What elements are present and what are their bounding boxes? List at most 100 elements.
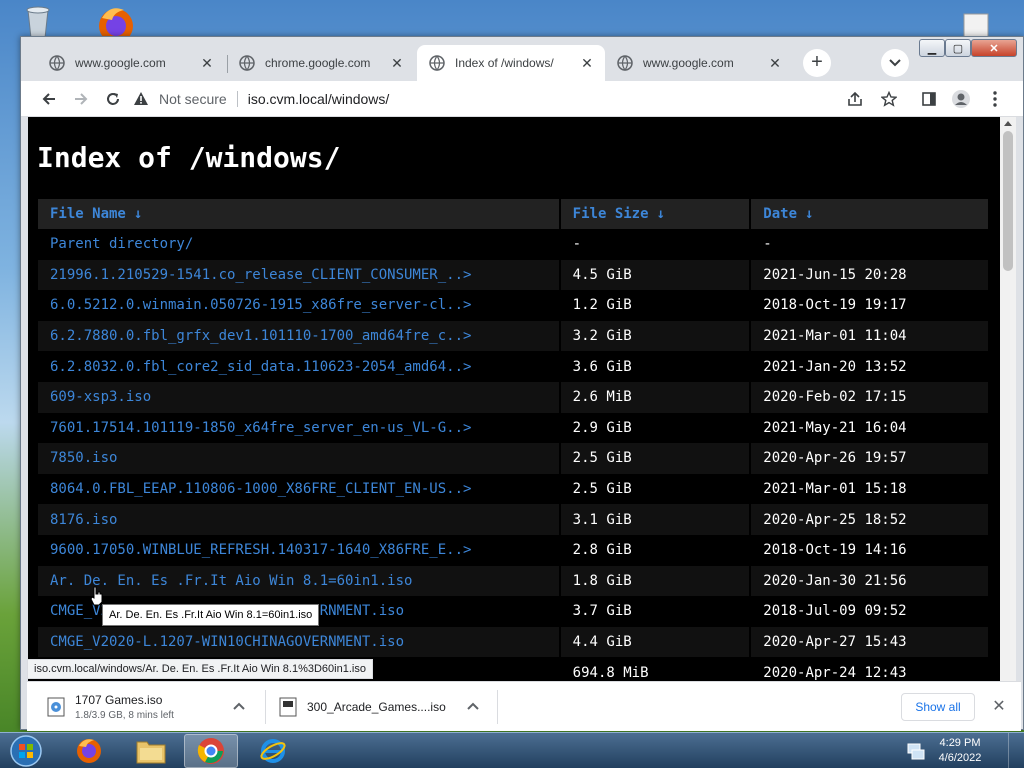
file-name-link[interactable]: 21996.1.210529-1541.co_release_CLIENT_CO… [38, 259, 561, 291]
tab-index-windows[interactable]: Index of /windows/ ✕ [417, 45, 605, 81]
file-date-cell: 2020-Apr-25 18:52 [750, 504, 990, 535]
tab-chrome-google[interactable]: chrome.google.com ✕ [227, 45, 415, 81]
file-name-link[interactable]: 7850.iso [38, 443, 561, 474]
file-name-link[interactable]: CMGE_V2020-L.1207-WIN10CHINAGOVERNMENT.i… [38, 626, 561, 658]
close-shelf-icon[interactable]: ✕ [989, 696, 1009, 716]
table-row: 8176.iso 3.1 GiB 2020-Apr-25 18:52 [38, 504, 990, 535]
tab-title: Index of /windows/ [455, 56, 554, 70]
file-name-link[interactable]: 6.0.5212.0.winmain.050726-1915_x86fre_se… [38, 290, 561, 321]
menu-button[interactable] [983, 87, 1007, 111]
security-label[interactable]: Not secure [159, 91, 227, 107]
download-name: 1707 Games.iso [75, 693, 163, 707]
table-row: 8064.0.FBL_EEAP.110806-1000_X86FRE_CLIEN… [38, 473, 990, 505]
column-label: File Name [50, 206, 126, 222]
scroll-up-icon[interactable] [1004, 121, 1012, 126]
file-name-link[interactable]: Ar. De. En. Es .Fr.It Aio Win 8.1=60in1.… [38, 565, 561, 597]
share-button[interactable] [843, 87, 867, 111]
show-desktop-button[interactable] [1008, 733, 1024, 768]
file-date-cell: 2018-Oct-19 19:17 [750, 290, 990, 321]
bookmark-button[interactable] [877, 87, 901, 111]
reload-button[interactable] [101, 87, 125, 111]
system-clock[interactable]: 4:29 PM 4/6/2022 [930, 736, 990, 766]
profile-button[interactable] [949, 87, 973, 111]
file-date-cell: 2021-May-21 16:04 [750, 412, 990, 444]
file-name-link[interactable]: 9600.17050.WINBLUE_REFRESH.140317-1640_X… [38, 534, 561, 566]
taskbar-chrome[interactable] [184, 734, 238, 768]
file-size-cell: 2.8 GiB [559, 534, 752, 566]
tab-close-icon[interactable]: ✕ [199, 55, 215, 72]
file-name-link[interactable]: 8064.0.FBL_EEAP.110806-1000_X86FRE_CLIEN… [38, 473, 561, 505]
file-name-link[interactable]: 6.2.8032.0.fbl_core2_sid_data.110623-205… [38, 351, 561, 382]
hand-cursor-icon [90, 586, 104, 606]
file-name-link[interactable]: 6.2.7880.0.fbl_grfx_dev1.101110-1700_amd… [38, 320, 561, 352]
network-icon[interactable] [906, 741, 926, 761]
file-size-cell: 2.9 GiB [559, 412, 752, 444]
download-options-chevron-up-icon[interactable] [231, 698, 247, 714]
file-name-link[interactable]: 8176.iso [38, 504, 561, 535]
column-header-file-name[interactable]: File Name ↓ [38, 199, 561, 229]
tab-google-2[interactable]: www.google.com ✕ [605, 45, 793, 81]
side-panel-icon [922, 92, 936, 106]
column-header-date[interactable]: Date ↓ [750, 199, 990, 229]
minimize-button[interactable]: ▁ [919, 39, 945, 57]
taskbar-firefox[interactable] [62, 734, 116, 768]
download-item-arcade-games[interactable]: 300_Arcade_Games....iso [279, 682, 446, 732]
table-row: 9600.17050.WINBLUE_REFRESH.140317-1640_X… [38, 534, 990, 566]
share-icon [848, 91, 862, 106]
forward-button[interactable] [69, 87, 93, 111]
vertical-scrollbar[interactable] [1000, 117, 1016, 715]
new-tab-button[interactable]: + [803, 49, 831, 77]
file-date-cell: 2020-Apr-26 19:57 [750, 443, 990, 474]
warning-icon[interactable] [133, 91, 149, 107]
disc-file-icon [279, 697, 297, 717]
minimize-icon: ▁ [919, 39, 945, 57]
table-row: 6.2.7880.0.fbl_grfx_dev1.101110-1700_amd… [38, 320, 990, 352]
tab-google-1[interactable]: www.google.com ✕ [37, 45, 225, 81]
side-panel-button[interactable] [917, 87, 941, 111]
scroll-thumb[interactable] [1003, 131, 1013, 271]
table-row: Parent directory/- - [38, 229, 990, 260]
arrow-right-icon [75, 93, 88, 105]
omnibox-divider [236, 91, 238, 107]
sort-arrow-icon: ↓ [805, 206, 814, 222]
taskbar-explorer[interactable] [124, 734, 178, 768]
tab-close-icon[interactable]: ✕ [579, 55, 595, 72]
windows-taskbar: 4:29 PM 4/6/2022 [0, 732, 1024, 768]
file-size-cell: 2.6 MiB [559, 381, 752, 413]
back-button[interactable] [37, 87, 61, 111]
table-header-row: File Name ↓ File Size ↓ Date ↓ [38, 199, 990, 229]
table-row: Ar. De. En. Es .Fr.It Aio Win 8.1=60in1.… [38, 565, 990, 597]
column-header-file-size[interactable]: File Size ↓ [559, 199, 752, 229]
more-vert-icon [993, 91, 997, 107]
file-date-cell: 2021-Jun-15 20:28 [750, 259, 990, 291]
download-name: 300_Arcade_Games....iso [307, 700, 446, 714]
avatar-icon [952, 90, 970, 108]
start-button[interactable] [6, 733, 46, 768]
download-options-chevron-up-icon[interactable] [465, 698, 481, 714]
chevron-down-icon [889, 59, 901, 67]
tab-close-icon[interactable]: ✕ [389, 55, 405, 72]
file-name-link[interactable]: 7601.17514.101119-1850_x64fre_server_en-… [38, 412, 561, 444]
sort-arrow-icon: ↓ [656, 206, 665, 222]
tab-close-icon[interactable]: ✕ [767, 55, 783, 72]
tab-search-button[interactable] [881, 49, 909, 77]
column-label: Date [763, 206, 798, 222]
maximize-icon: ▢ [945, 39, 971, 57]
recycle-bin-icon[interactable] [18, 6, 58, 40]
file-name-link[interactable]: 609-xsp3.iso [38, 381, 561, 413]
show-all-button[interactable]: Show all [901, 693, 975, 721]
file-size-cell: - [559, 229, 752, 260]
url-text[interactable]: iso.cvm.local/windows/ [248, 91, 390, 107]
file-name-link[interactable]: Parent directory/ [38, 229, 561, 260]
close-window-button[interactable]: ✕ [971, 39, 1017, 57]
file-date-cell: 2018-Jul-09 09:52 [750, 596, 990, 627]
maximize-button[interactable]: ▢ [945, 39, 971, 57]
close-icon: ✕ [971, 39, 1017, 57]
file-size-cell: 2.5 GiB [559, 473, 752, 505]
file-date-cell: 2020-Jan-30 21:56 [750, 565, 990, 597]
address-bar[interactable]: Not secure iso.cvm.local/windows/ [133, 85, 913, 113]
download-separator [265, 690, 266, 724]
download-item-1707-games[interactable]: 1707 Games.iso 1.8/3.9 GB, 8 mins left [47, 682, 174, 732]
taskbar-internet-explorer[interactable] [246, 734, 300, 768]
file-size-cell: 4.5 GiB [559, 259, 752, 291]
